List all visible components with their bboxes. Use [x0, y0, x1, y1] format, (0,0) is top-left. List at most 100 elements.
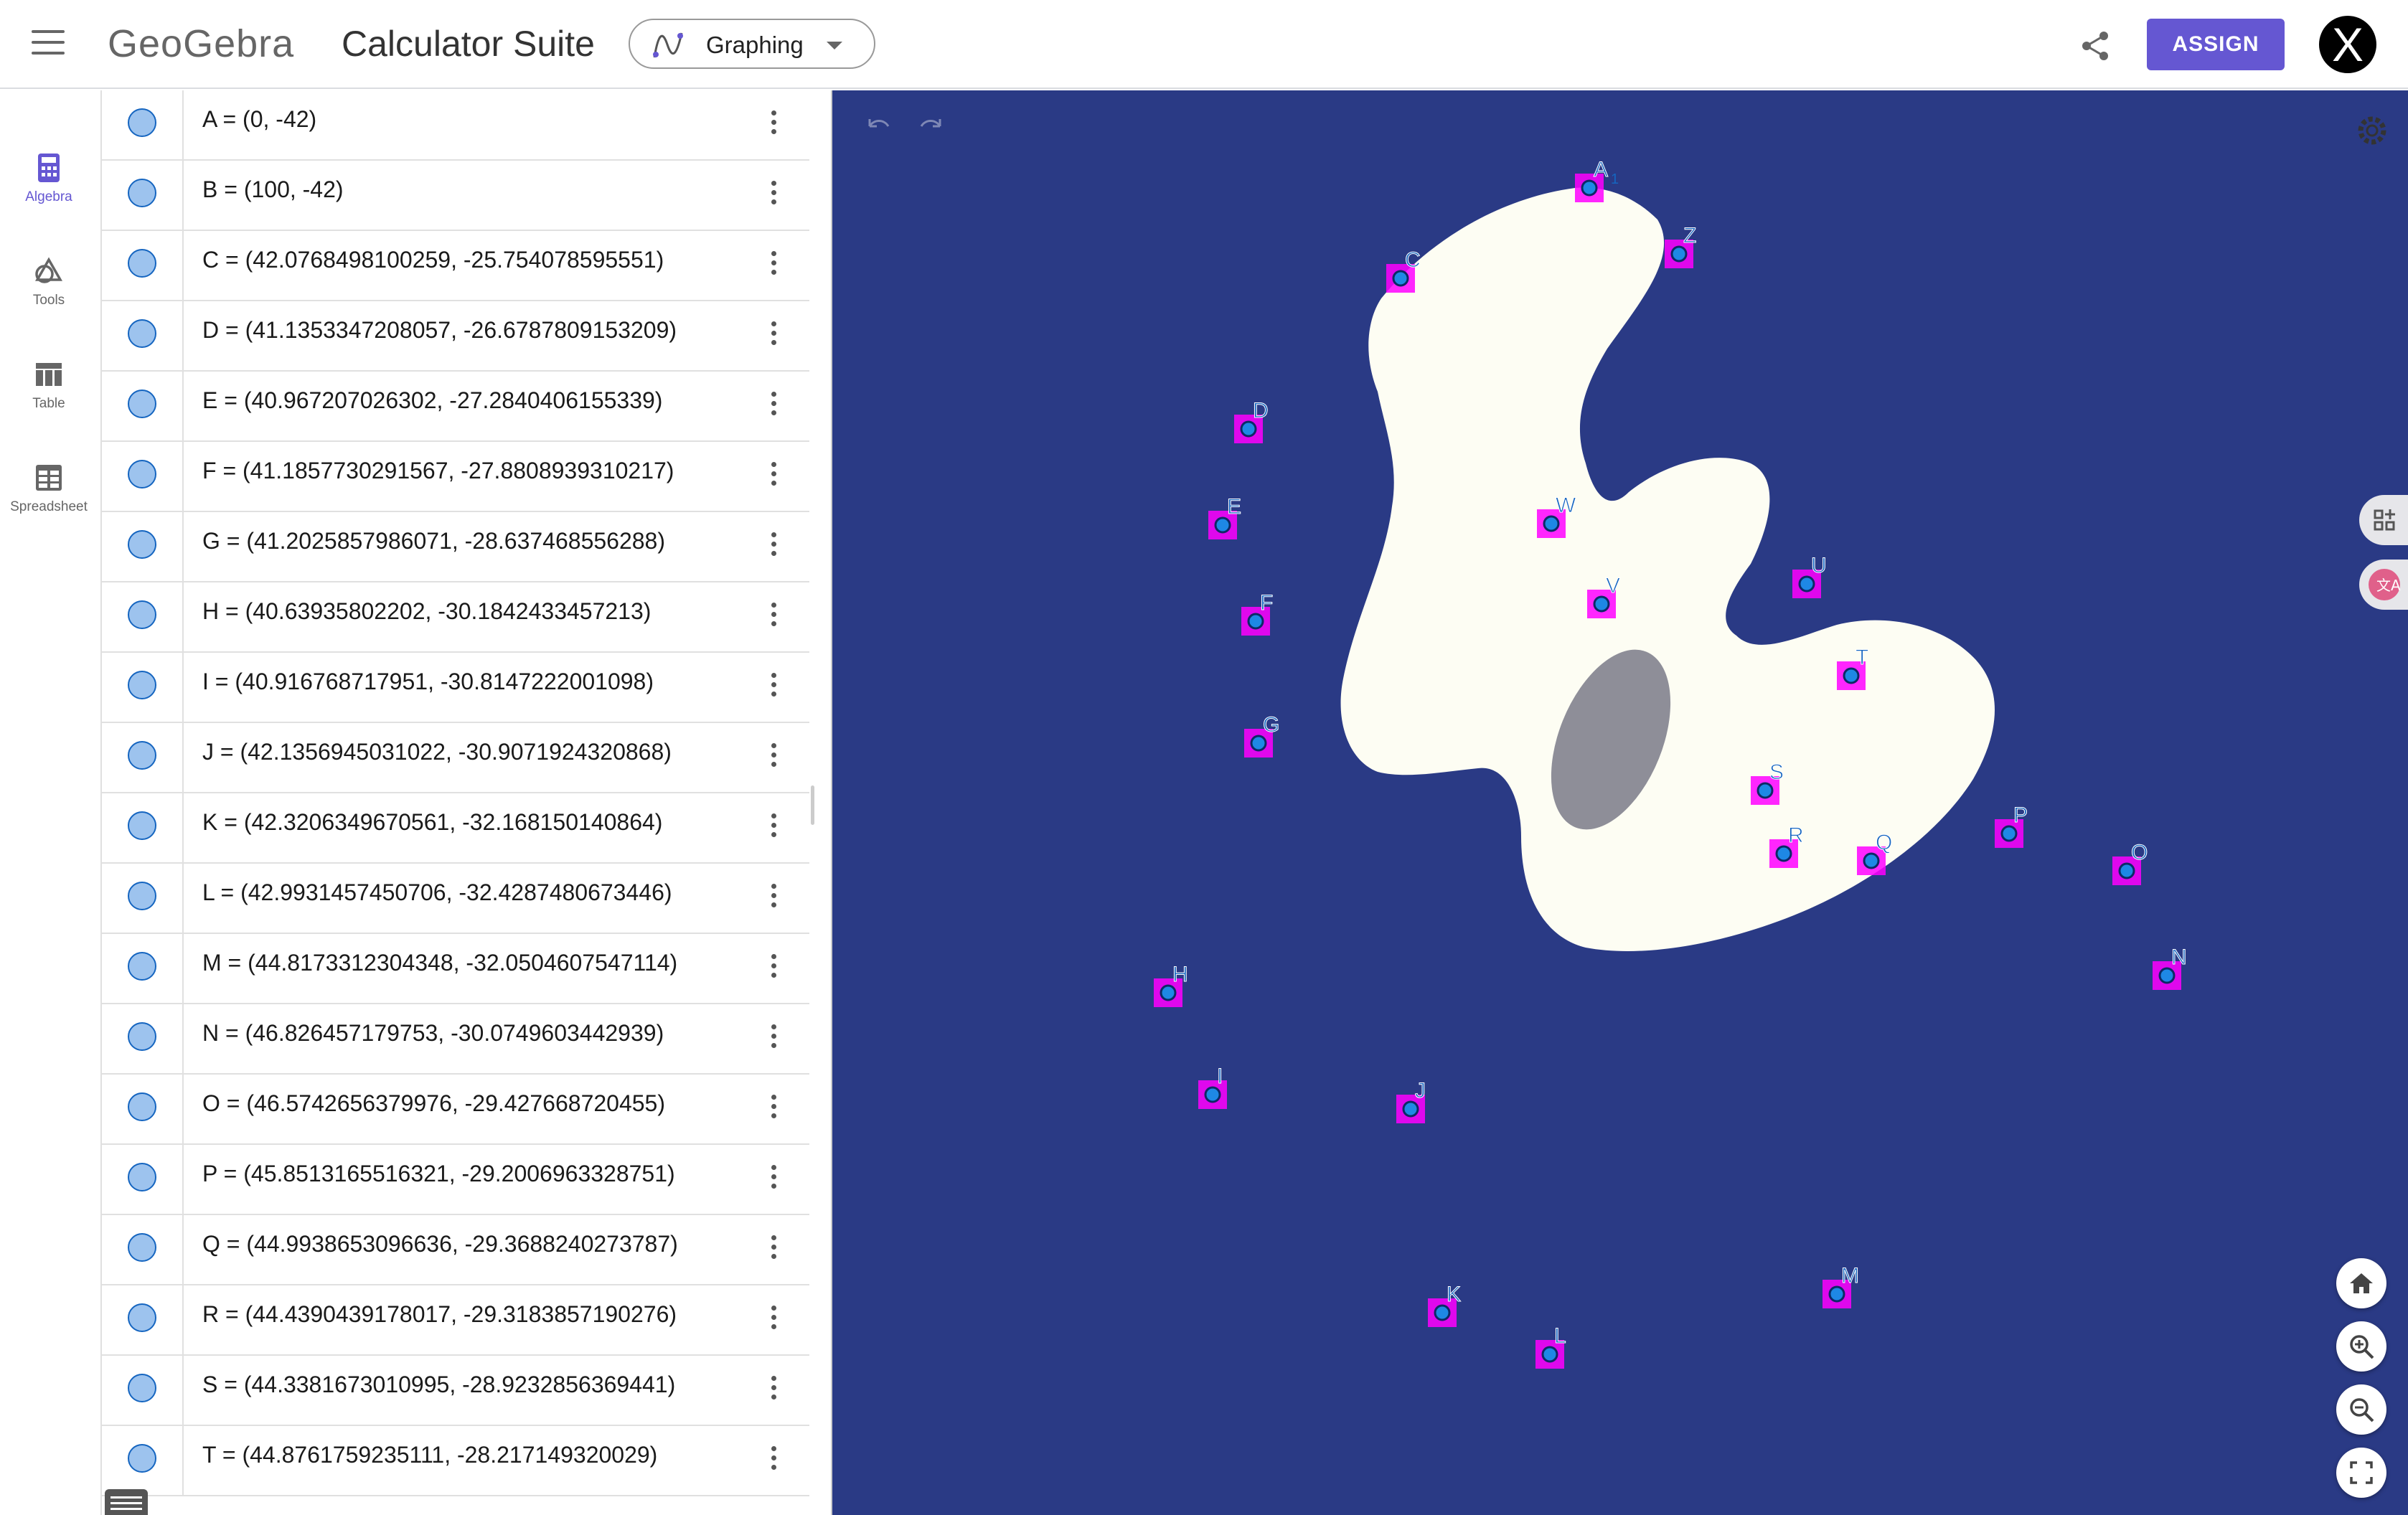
point-marker[interactable] [1541, 1346, 1558, 1363]
algebra-row[interactable]: B = (100, -42) [102, 161, 809, 231]
more-options-button[interactable] [761, 1165, 786, 1194]
more-options-button[interactable] [761, 673, 786, 702]
point-marker[interactable] [1670, 245, 1688, 263]
more-options-button[interactable] [761, 1376, 786, 1405]
nav-item-table[interactable]: Table [0, 347, 98, 440]
user-avatar[interactable]: X [2319, 16, 2376, 73]
visibility-toggle[interactable] [128, 108, 156, 137]
app-selector-dropdown[interactable]: Graphing [629, 19, 875, 69]
home-button[interactable] [2336, 1258, 2386, 1308]
point-marker[interactable] [1543, 515, 1560, 532]
more-options-button[interactable] [761, 251, 786, 280]
algebra-expression[interactable]: F = (41.1857730291567, -27.8808939310217… [202, 458, 674, 484]
point-marker[interactable] [1392, 270, 1409, 287]
algebra-row[interactable]: Q = (44.9938653096636, -29.3688240273787… [102, 1215, 809, 1285]
more-options-button[interactable] [761, 954, 786, 983]
algebra-expression[interactable]: J = (42.1356945031022, -30.9071924320868… [202, 739, 672, 765]
algebra-expression[interactable]: B = (100, -42) [202, 176, 344, 203]
algebra-row[interactable]: M = (44.8173312304348, -32.0504607547114… [102, 934, 809, 1004]
algebra-expression[interactable]: P = (45.8513165516321, -29.2006963328751… [202, 1161, 675, 1187]
more-options-button[interactable] [761, 1024, 786, 1053]
visibility-toggle[interactable] [128, 1303, 156, 1332]
point-marker[interactable] [1798, 575, 1815, 593]
more-options-button[interactable] [761, 1306, 786, 1334]
algebra-expression[interactable]: S = (44.3381673010995, -28.9232856369441… [202, 1372, 675, 1398]
point-marker[interactable] [1863, 852, 1880, 869]
algebra-row[interactable]: I = (40.916768717951, -30.8147222001098) [102, 653, 809, 723]
algebra-row[interactable]: E = (40.967207026302, -27.2840406155339) [102, 372, 809, 442]
nav-item-tools[interactable]: Tools [0, 244, 98, 337]
algebra-row[interactable]: J = (42.1356945031022, -30.9071924320868… [102, 723, 809, 793]
more-options-button[interactable] [761, 603, 786, 631]
algebra-expression[interactable]: T = (44.8761759235111, -28.217149320029) [202, 1442, 657, 1468]
keyboard-toggle-button[interactable] [105, 1489, 148, 1515]
point-marker[interactable] [2000, 825, 2018, 842]
style-bar-toggle[interactable] [2359, 495, 2408, 545]
assign-button[interactable]: ASSIGN [2147, 19, 2285, 70]
algebra-row[interactable]: T = (44.8761759235111, -28.217149320029) [102, 1426, 809, 1496]
algebra-expression[interactable]: L = (42.9931457450706, -32.4287480673446… [202, 879, 672, 906]
point-marker[interactable] [1843, 667, 1860, 684]
point-marker[interactable] [1775, 845, 1792, 862]
visibility-toggle[interactable] [128, 671, 156, 699]
fullscreen-button[interactable] [2336, 1448, 2386, 1498]
point-marker[interactable] [1402, 1100, 1419, 1118]
share-icon[interactable] [2078, 29, 2112, 63]
point-marker[interactable] [1250, 735, 1267, 752]
more-options-button[interactable] [761, 110, 786, 139]
visibility-toggle[interactable] [128, 390, 156, 418]
algebra-row[interactable]: F = (41.1857730291567, -27.8808939310217… [102, 442, 809, 512]
algebra-expression[interactable]: D = (41.1353347208057, -26.6787809153209… [202, 317, 677, 344]
algebra-scrollbar[interactable] [811, 785, 814, 825]
main-menu-button[interactable] [32, 30, 65, 59]
more-options-button[interactable] [761, 321, 786, 350]
graphics-canvas[interactable]: A 1 Z C D E F G H I J K L M N O P Q R S T U V W [832, 90, 2408, 1515]
nav-item-spreadsheet[interactable]: Spreadsheet [0, 450, 98, 544]
algebra-row[interactable]: O = (46.5742656379976, -29.427668720455) [102, 1075, 809, 1145]
algebra-expression[interactable]: C = (42.0768498100259, -25.754078595551) [202, 247, 664, 273]
algebra-expression[interactable]: I = (40.916768717951, -30.8147222001098) [202, 669, 654, 695]
algebra-expression[interactable]: H = (40.63935802202, -30.1842433457213) [202, 598, 651, 625]
visibility-toggle[interactable] [128, 1374, 156, 1402]
algebra-row[interactable]: C = (42.0768498100259, -25.754078595551) [102, 231, 809, 301]
algebra-expression[interactable]: O = (46.5742656379976, -29.427668720455) [202, 1090, 665, 1117]
visibility-toggle[interactable] [128, 741, 156, 770]
algebra-expression[interactable]: N = (46.826457179753, -30.0749603442939) [202, 1020, 664, 1047]
graphics-view[interactable]: A1 Z C D E F G H I J K L M N O P Q R S T U V W 文A [831, 90, 2408, 1515]
more-options-button[interactable] [761, 1235, 786, 1264]
algebra-row[interactable]: N = (46.826457179753, -30.0749603442939) [102, 1004, 809, 1075]
visibility-toggle[interactable] [128, 811, 156, 840]
visibility-toggle[interactable] [128, 179, 156, 207]
visibility-toggle[interactable] [128, 1022, 156, 1051]
algebra-expression[interactable]: M = (44.8173312304348, -32.0504607547114… [202, 950, 677, 976]
visibility-toggle[interactable] [128, 882, 156, 910]
point-marker[interactable] [1214, 516, 1231, 534]
point-marker[interactable] [1204, 1086, 1221, 1103]
more-options-button[interactable] [761, 532, 786, 561]
zoom-out-button[interactable] [2336, 1384, 2386, 1435]
visibility-toggle[interactable] [128, 952, 156, 981]
point-marker[interactable] [2158, 967, 2176, 984]
more-options-button[interactable] [761, 884, 786, 912]
point-marker[interactable] [1756, 782, 1774, 799]
algebra-expression[interactable]: R = (44.4390439178017, -29.3183857190276… [202, 1301, 677, 1328]
visibility-toggle[interactable] [128, 1092, 156, 1121]
visibility-toggle[interactable] [128, 530, 156, 559]
point-marker[interactable] [1581, 179, 1598, 197]
visibility-toggle[interactable] [128, 249, 156, 278]
algebra-expression[interactable]: G = (41.2025857986071, -28.637468556288) [202, 528, 665, 554]
visibility-toggle[interactable] [128, 460, 156, 489]
translate-button[interactable]: 文A [2359, 560, 2408, 610]
algebra-row[interactable]: L = (42.9931457450706, -32.4287480673446… [102, 864, 809, 934]
point-marker[interactable] [1593, 595, 1610, 613]
algebra-row[interactable]: R = (44.4390439178017, -29.3183857190276… [102, 1285, 809, 1356]
point-marker[interactable] [1434, 1304, 1451, 1321]
more-options-button[interactable] [761, 462, 786, 491]
algebra-row[interactable]: K = (42.3206349670561, -32.168150140864) [102, 793, 809, 864]
algebra-row[interactable]: P = (45.8513165516321, -29.2006963328751… [102, 1145, 809, 1215]
algebra-row[interactable]: S = (44.3381673010995, -28.9232856369441… [102, 1356, 809, 1426]
more-options-button[interactable] [761, 1095, 786, 1123]
point-marker[interactable] [1240, 420, 1257, 438]
point-marker[interactable] [1828, 1285, 1845, 1303]
more-options-button[interactable] [761, 392, 786, 420]
